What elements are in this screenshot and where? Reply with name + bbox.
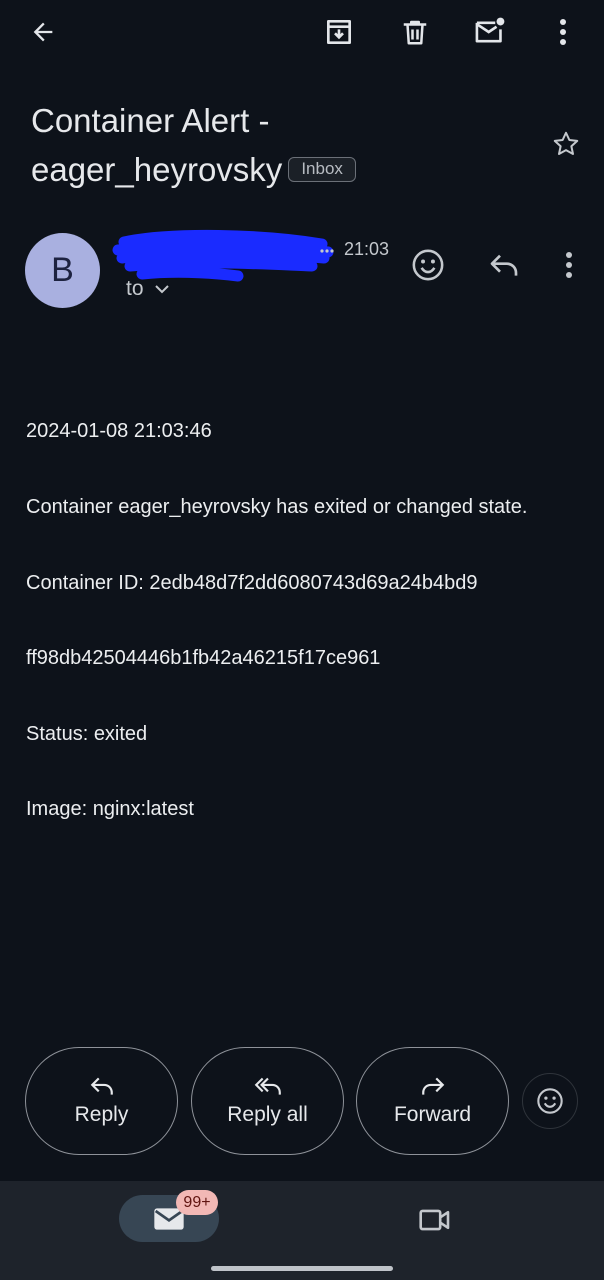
- reply-icon: [90, 1077, 113, 1095]
- more-vert-icon: [566, 252, 572, 278]
- chevron-down-icon: [154, 285, 169, 294]
- reply-label: Reply: [74, 1103, 129, 1126]
- gesture-home-bar[interactable]: [211, 1266, 393, 1271]
- archive-icon: [327, 20, 351, 44]
- subject-line-2-text: eager_heyrovsky: [31, 151, 283, 188]
- body-line: ff98db42504446b1fb42a46215f17ce961: [26, 647, 381, 670]
- body-line: Status: exited: [26, 722, 148, 745]
- reply-all-icon: [254, 1077, 281, 1095]
- inbox-label-chip[interactable]: Inbox: [288, 156, 356, 182]
- nav-meet-tab[interactable]: [410, 1198, 460, 1242]
- recipients-toggle[interactable]: to: [126, 277, 170, 301]
- reply-all-label: Reply all: [227, 1103, 308, 1126]
- trash-icon: [403, 20, 427, 45]
- to-label: to: [126, 277, 144, 300]
- email-subject: Container Alert - eager_heyrovsky Inbox: [31, 96, 531, 194]
- email-time: 21:03: [344, 239, 390, 259]
- add-reaction-button[interactable]: [406, 243, 450, 287]
- reply-all-button[interactable]: Reply all: [191, 1047, 344, 1155]
- body-line: Container ID: 2edb48d7f2dd6080743d69a24b…: [26, 571, 478, 594]
- message-more-button[interactable]: [552, 243, 586, 287]
- subject-line-2: eager_heyrovsky Inbox: [31, 145, 531, 194]
- mail-count-badge: 99+: [176, 1190, 218, 1215]
- forward-button[interactable]: Forward: [356, 1047, 509, 1155]
- subject-line-1: Container Alert -: [31, 102, 270, 139]
- reply-button[interactable]: Reply: [25, 1047, 178, 1155]
- more-options-button[interactable]: [545, 12, 581, 52]
- back-button[interactable]: [20, 12, 66, 52]
- email-body: 2024-01-08 21:03:46 Container eager_heyr…: [26, 369, 586, 848]
- sender-avatar[interactable]: B: [25, 233, 100, 308]
- arrow-left-icon: [33, 22, 53, 42]
- body-line: 2024-01-08 21:03:46: [26, 420, 212, 443]
- body-line: Image: nginx:latest: [26, 798, 194, 821]
- emoji-icon: [537, 1088, 563, 1114]
- archive-button[interactable]: [316, 12, 362, 52]
- mail-unread-icon: [475, 17, 505, 43]
- body-line: Container eager_heyrovsky has exited or …: [26, 496, 528, 519]
- forward-label: Forward: [393, 1103, 472, 1126]
- star-button[interactable]: [546, 124, 586, 164]
- emoji-icon: [412, 249, 444, 281]
- mark-unread-button[interactable]: [467, 12, 513, 52]
- delete-button[interactable]: [392, 12, 438, 52]
- more-vert-icon: [560, 19, 566, 45]
- emoji-reaction-button[interactable]: [522, 1073, 578, 1129]
- video-camera-icon: [419, 1209, 450, 1231]
- forward-icon: [421, 1077, 444, 1095]
- reply-icon: [490, 254, 518, 276]
- sender-name-redacted: [112, 224, 334, 282]
- reply-icon-button[interactable]: [482, 243, 526, 287]
- star-icon: [553, 131, 579, 155]
